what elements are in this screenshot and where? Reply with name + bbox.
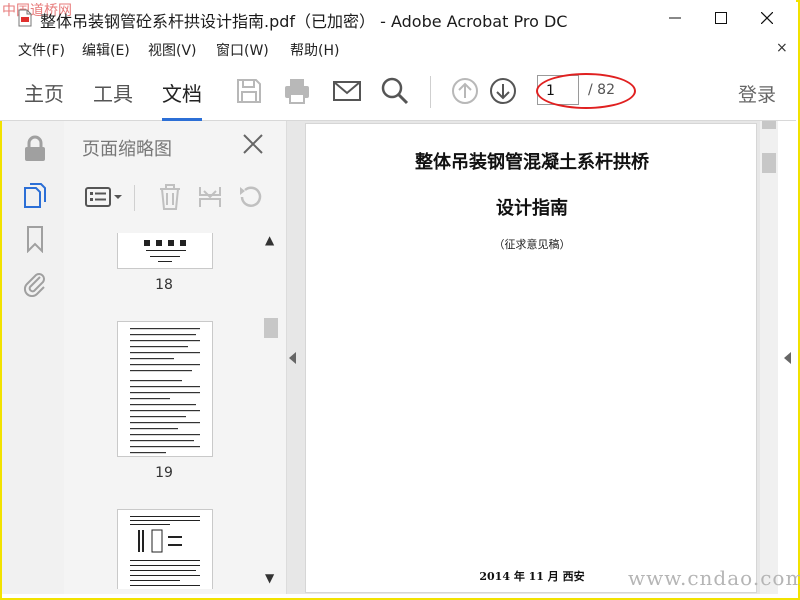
site-watermark: www.cndao.com: [628, 566, 800, 590]
panel-title: 页面缩略图: [82, 139, 172, 160]
close-panel-icon[interactable]: [240, 131, 266, 157]
thumbnail-scrollbar[interactable]: ▲ ▼: [262, 233, 280, 589]
menu-window[interactable]: 窗口(W): [216, 40, 269, 60]
thumbnail-label-19: 19: [155, 465, 173, 481]
expand-right-panel-icon[interactable]: [784, 352, 791, 364]
thumbnail-page-19[interactable]: [117, 321, 213, 457]
title-bar: 中国道桥网 整体吊装钢管砼系杆拱设计指南.pdf（已加密） - Adobe Ac…: [0, 0, 796, 36]
thumbnail-toolbar: [64, 175, 286, 219]
toolbar-divider: [134, 185, 135, 211]
scrollbar-thumb[interactable]: [762, 153, 776, 173]
document-title-line1: 整体吊装钢管混凝土系杆拱桥: [415, 152, 649, 173]
thumbnails-panel: 页面缩略图 18 19 ▲ ▼: [64, 121, 287, 594]
tab-home[interactable]: 主页: [24, 78, 64, 107]
scroll-up-icon[interactable]: ▲: [265, 233, 274, 247]
menu-view[interactable]: 视图(V): [148, 40, 197, 60]
menu-help[interactable]: 帮助(H): [290, 40, 339, 60]
scrollbar-top-cap: [762, 121, 776, 129]
close-document-button[interactable]: ×: [776, 40, 788, 56]
search-icon[interactable]: [380, 76, 410, 106]
document-viewport: 整体吊装钢管混凝土系杆拱桥 设计指南 （征求意见稿） 2014 年 11 月 西…: [287, 121, 778, 594]
page-thumbnails-icon[interactable]: [22, 181, 48, 209]
menu-edit[interactable]: 编辑(E): [82, 40, 130, 60]
thumbnail-list: 18 19: [64, 233, 264, 589]
scrollbar-thumb[interactable]: [264, 318, 278, 338]
document-title-line2: 设计指南: [496, 198, 568, 219]
maximize-button[interactable]: [698, 0, 744, 36]
delete-page-icon[interactable]: [156, 183, 184, 211]
main-toolbar: 主页 工具 文档: [0, 62, 796, 121]
previous-page-icon[interactable]: [450, 76, 480, 106]
document-scrollbar[interactable]: [760, 121, 778, 594]
tab-tools[interactable]: 工具: [93, 78, 133, 107]
menu-file[interactable]: 文件(F): [18, 40, 65, 60]
thumbnail-page-20[interactable]: [117, 509, 213, 589]
acrobat-document-icon: [18, 9, 32, 27]
close-window-button[interactable]: [744, 0, 790, 36]
extract-page-icon[interactable]: [196, 183, 224, 211]
toolbar-divider: [430, 76, 431, 108]
document-subtitle: （征求意见稿）: [493, 238, 571, 251]
minimize-button[interactable]: [652, 0, 698, 36]
attachment-icon[interactable]: [22, 269, 48, 298]
navigation-rail: [2, 121, 65, 594]
lock-icon[interactable]: [22, 135, 48, 163]
thumbnail-label-18: 18: [155, 277, 173, 293]
options-menu-icon[interactable]: [84, 183, 124, 211]
save-icon[interactable]: [234, 76, 264, 106]
menu-bar: 文件(F) 编辑(E) 视图(V) 窗口(W) 帮助(H) ×: [0, 36, 796, 62]
document-page: 整体吊装钢管混凝土系杆拱桥 设计指南 （征求意见稿） 2014 年 11 月 西…: [305, 123, 757, 593]
scroll-down-icon[interactable]: ▼: [265, 571, 274, 585]
print-icon[interactable]: [282, 76, 312, 106]
rotate-page-icon[interactable]: [236, 183, 264, 211]
window-title: 整体吊装钢管砼系杆拱设计指南.pdf（已加密） - Adobe Acrobat …: [40, 12, 568, 31]
collapse-left-panel-icon[interactable]: [289, 352, 296, 364]
thumbnail-page-18[interactable]: [117, 233, 213, 269]
red-highlight-annotation: [536, 73, 636, 109]
bookmark-icon[interactable]: [22, 225, 48, 254]
tab-document[interactable]: 文档: [162, 78, 202, 121]
email-icon[interactable]: [332, 76, 362, 106]
login-link[interactable]: 登录: [738, 80, 776, 107]
next-page-icon[interactable]: [488, 76, 518, 106]
